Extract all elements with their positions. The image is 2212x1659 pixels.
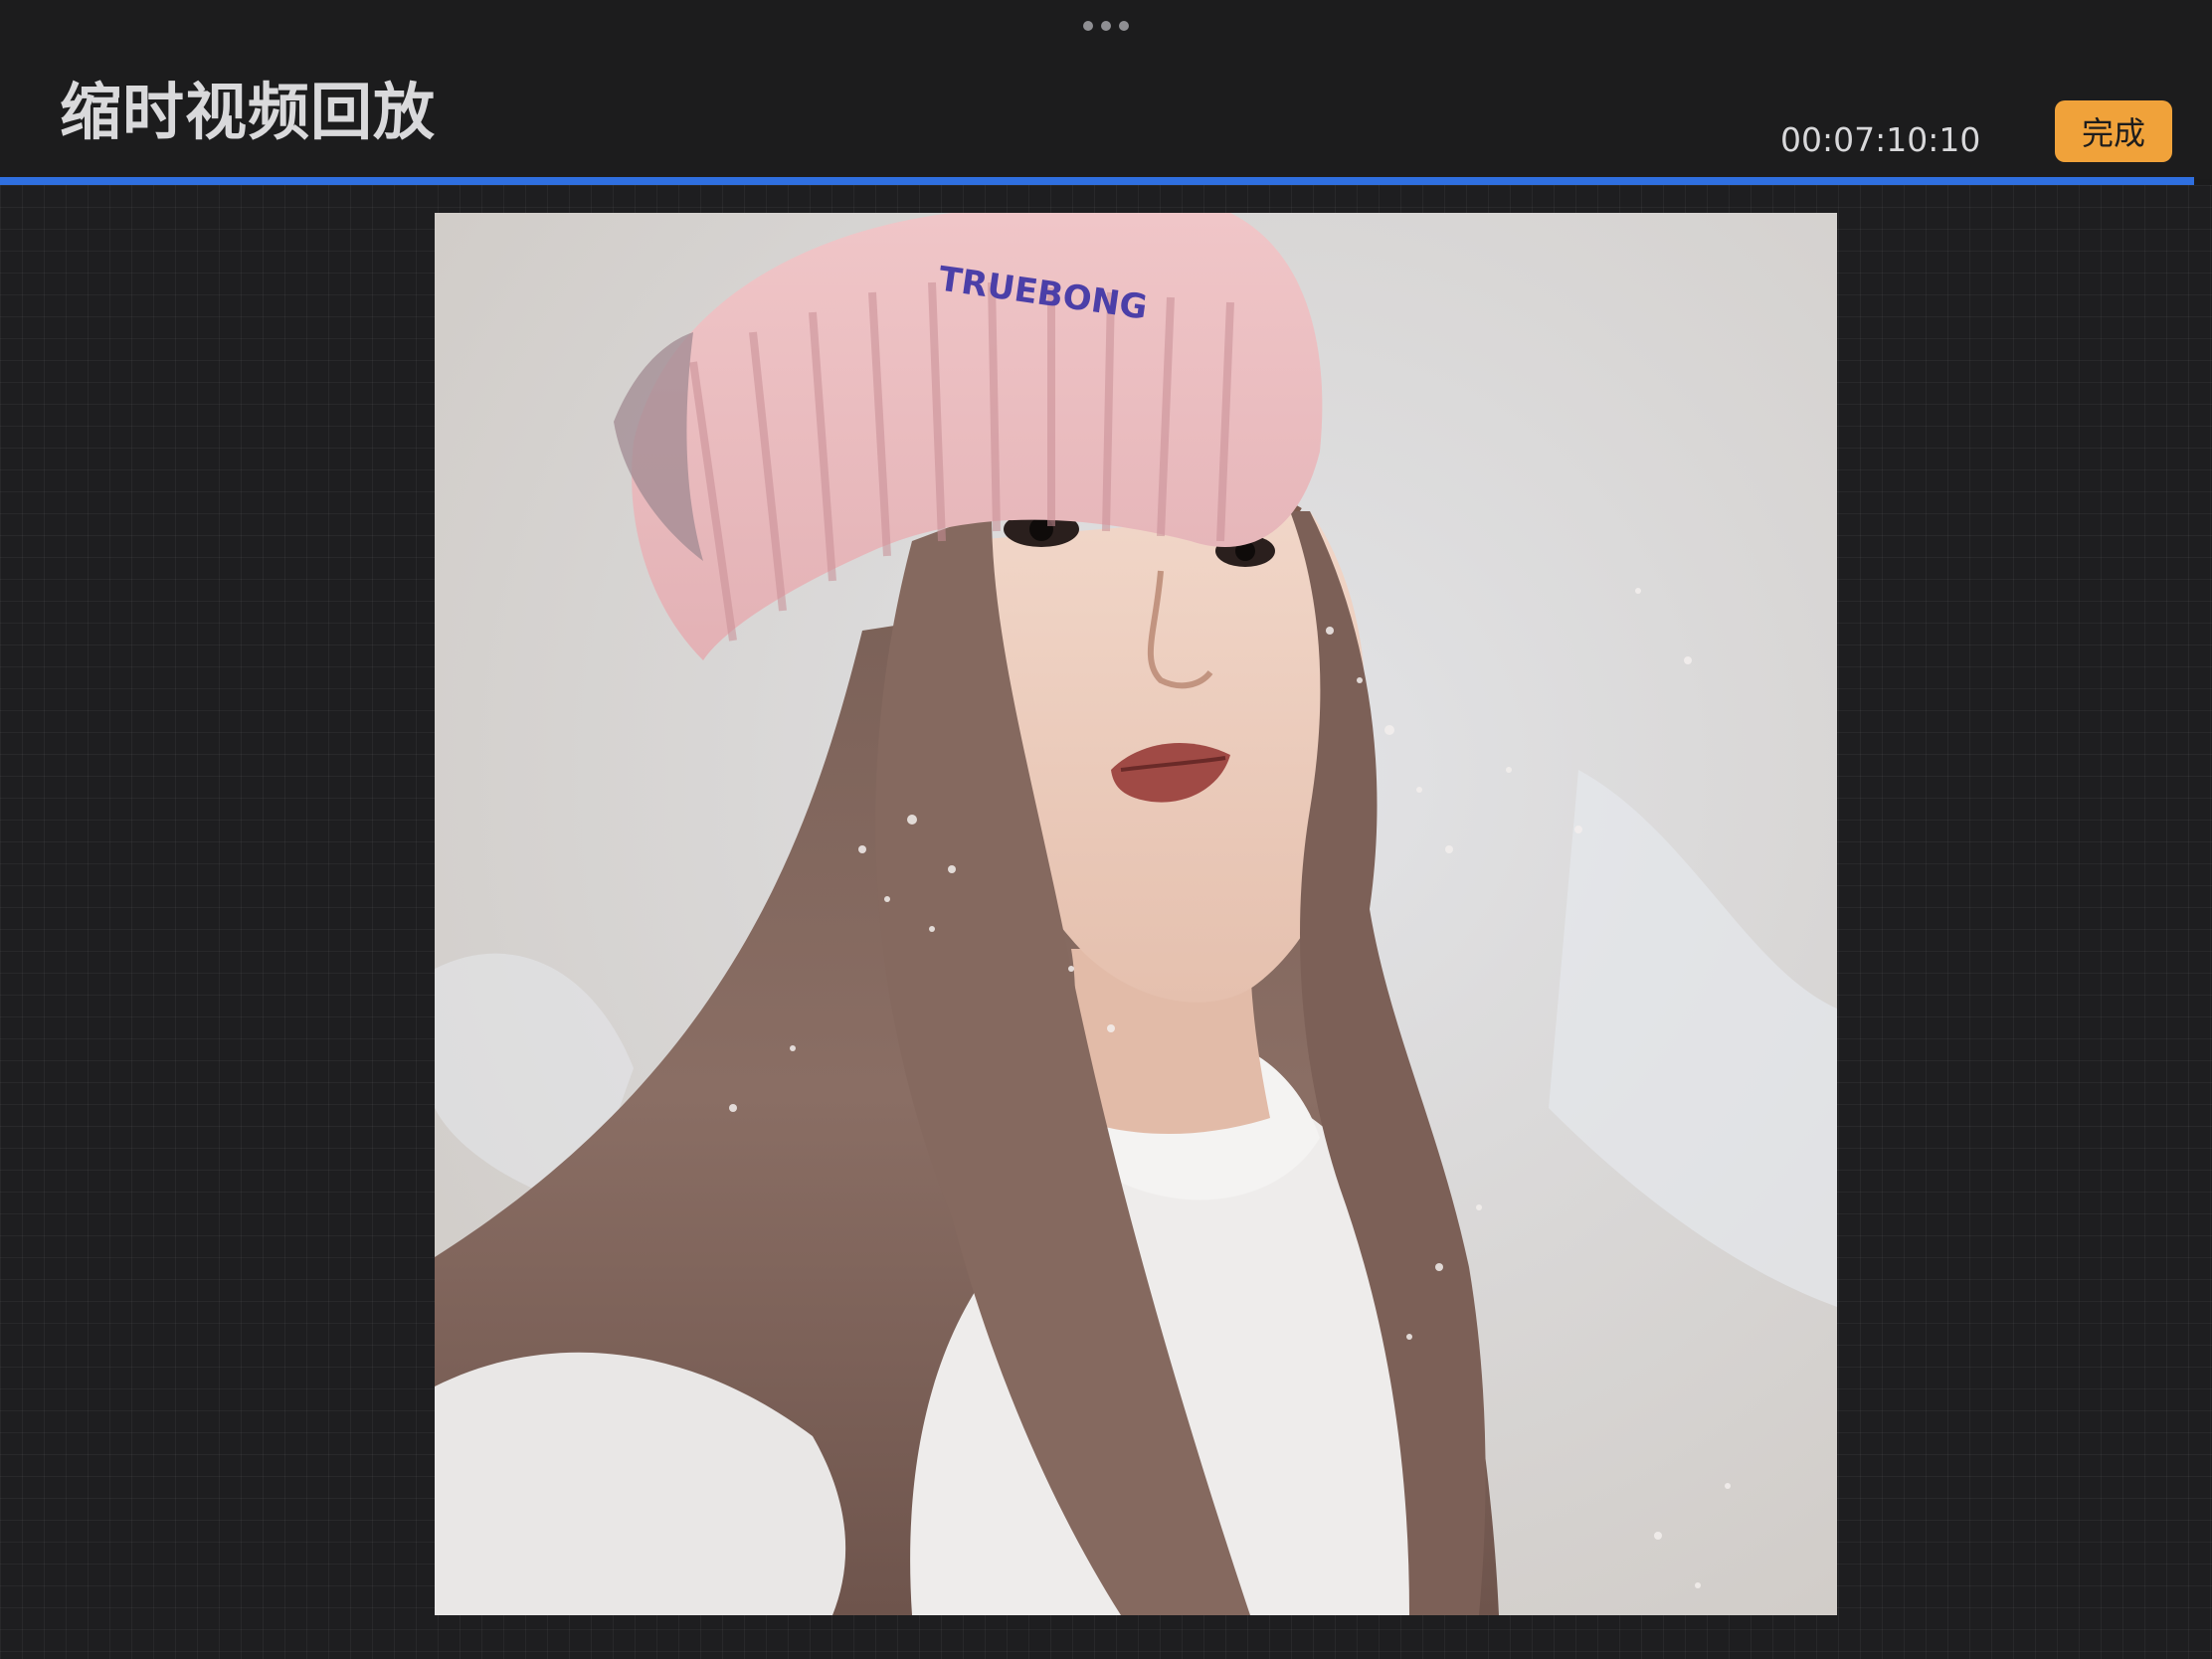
dot: [1083, 21, 1093, 31]
header-bar: 缩时视频回放 00:07:10:10 完成: [0, 0, 2212, 179]
timelapse-replay-screen: 缩时视频回放 00:07:10:10 完成 TRUEBONG: [0, 0, 2212, 1659]
more-dots-icon[interactable]: [1083, 20, 1129, 32]
playback-progress-fill: [0, 177, 2194, 185]
timecode-display: 00:07:10:10: [1780, 120, 1981, 159]
done-button[interactable]: 完成: [2055, 100, 2172, 162]
page-title: 缩时视频回放: [60, 76, 437, 148]
artwork-canvas[interactable]: TRUEBONG: [435, 213, 1837, 1615]
artwork-painting: TRUEBONG: [435, 213, 1837, 1615]
dot: [1101, 21, 1111, 31]
dot: [1119, 21, 1129, 31]
playback-progress-bar[interactable]: [0, 177, 2194, 185]
